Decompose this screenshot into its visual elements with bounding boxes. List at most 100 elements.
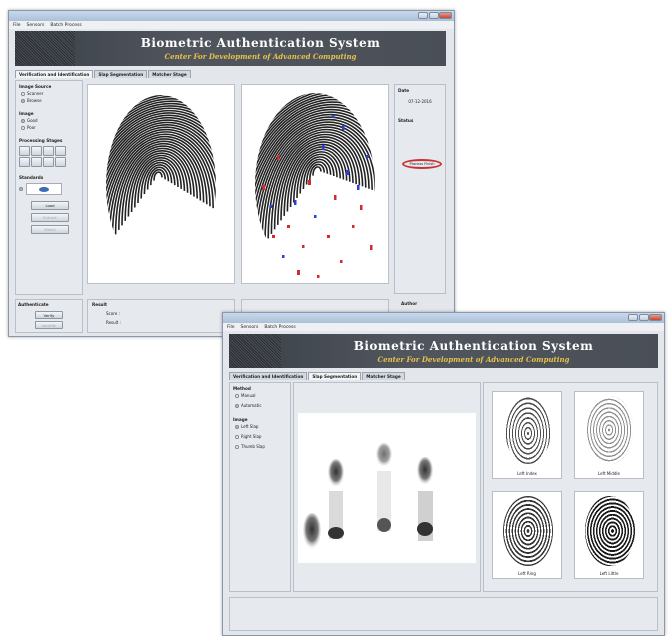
fingerprint-image [503, 496, 553, 566]
radio-icon [235, 444, 239, 449]
minutia-marker [334, 195, 337, 200]
status-label: Status [398, 118, 414, 123]
radio-good[interactable]: Good [21, 118, 79, 123]
stage-button-6[interactable] [31, 157, 42, 167]
image-source-label: Image Source [19, 84, 52, 89]
tab-matcher-stage[interactable]: Matcher Stage [362, 372, 405, 380]
standards-label: Standards [19, 175, 44, 180]
identify-button[interactable]: Identify [35, 321, 63, 329]
close-button[interactable] [439, 12, 452, 19]
radio-automatic[interactable]: Automatic [235, 403, 287, 408]
radio-manual[interactable]: Manual [235, 393, 287, 398]
radio-label: Scanner [27, 91, 44, 96]
stage-button-3[interactable] [43, 146, 54, 156]
processing-stages-label: Processing Stages [19, 138, 63, 143]
standards-row [19, 183, 79, 195]
minutia-marker [314, 215, 317, 218]
menu-file[interactable]: File [227, 325, 235, 330]
maximize-button[interactable] [429, 12, 439, 19]
radio-selected-icon [21, 98, 25, 103]
tab-slap-segmentation[interactable]: Slap Segmentation [308, 372, 362, 380]
verify-button[interactable]: Verify [35, 311, 63, 319]
radio-thumb-slap[interactable]: Thumb Slap [235, 444, 287, 449]
date-value: 07-12-2016 [408, 99, 432, 104]
image-label: Image [19, 111, 34, 116]
radio-label: Manual [241, 393, 256, 398]
radio-right-slap[interactable]: Right Slap [235, 434, 287, 439]
authenticate-label: Authenticate [18, 302, 49, 307]
minutia-marker [366, 155, 369, 158]
minutia-marker [346, 170, 349, 175]
app-banner: Biometric Authentication System Center F… [229, 334, 658, 368]
minutia-marker [297, 270, 300, 275]
match-button[interactable]: Match [31, 225, 69, 234]
banner-title: Biometric Authentication System [353, 339, 594, 353]
fingerprint-image [585, 496, 635, 566]
slap-image [298, 413, 476, 563]
tab-bar: Verification and Identification Slap Seg… [15, 70, 191, 78]
menu-file[interactable]: File [13, 23, 21, 28]
stage-button-1[interactable] [19, 146, 30, 156]
title-bar[interactable] [223, 313, 664, 323]
thumb-left-index[interactable]: Left Index [492, 391, 562, 479]
minutia-marker [287, 225, 290, 228]
thumb-left-ring[interactable]: Left Ring [492, 491, 562, 579]
segmentation-control-panel: Method Manual Automatic Image Left Slap … [229, 382, 291, 592]
author-label: Author [401, 301, 418, 306]
radio-icon [21, 91, 25, 96]
tab-verification[interactable]: Verification and Identification [229, 372, 308, 380]
menu-batch-process[interactable]: Batch Process [264, 325, 295, 330]
minutia-marker [327, 235, 330, 238]
standards-logo [26, 183, 62, 195]
app-banner: Biometric Authentication System Center F… [15, 31, 446, 66]
image-label: Image [233, 417, 248, 422]
minimize-button[interactable] [418, 12, 428, 19]
load-button[interactable]: Load [31, 201, 69, 210]
processing-stage-grid [19, 146, 79, 167]
menu-sensors[interactable]: Sensors [241, 325, 259, 330]
status-bar [229, 597, 658, 631]
extract-button[interactable]: Extract [31, 213, 69, 222]
stage-button-5[interactable] [19, 157, 30, 167]
fingerprint-image [587, 396, 633, 464]
slap-image-area [293, 382, 481, 592]
close-button[interactable] [649, 314, 662, 321]
stage-button-8[interactable] [55, 157, 66, 167]
menu-sensors[interactable]: Sensors [27, 23, 45, 28]
minutia-marker [332, 115, 335, 118]
fingerprint-image [505, 396, 551, 464]
stage-button-2[interactable] [31, 146, 42, 156]
result-label: Result [92, 302, 107, 307]
minutia-marker [340, 260, 343, 263]
authenticate-panel: Authenticate Verify Identify [15, 299, 83, 333]
radio-selected-icon [21, 118, 25, 123]
stage-button-4[interactable] [55, 146, 66, 156]
minutia-marker [262, 185, 265, 190]
banner-title: Biometric Authentication System [140, 36, 381, 50]
tab-verification[interactable]: Verification and Identification [15, 70, 94, 78]
radio-left-slap[interactable]: Left Slap [235, 424, 287, 429]
minutia-marker [308, 180, 311, 185]
tab-matcher-stage[interactable]: Matcher Stage [148, 70, 191, 78]
minutia-marker [317, 275, 320, 278]
minutia-marker [360, 205, 363, 210]
fingerprint-image [106, 95, 216, 275]
stage-button-7[interactable] [43, 157, 54, 167]
maximize-button[interactable] [639, 314, 649, 321]
radio-scanner[interactable]: Scanner [21, 91, 79, 96]
banner-subtitle: Center For Development of Advanced Compu… [377, 355, 570, 364]
ridge-line [153, 171, 163, 181]
radio-selected-icon[interactable] [19, 187, 23, 191]
tab-slap-segmentation[interactable]: Slap Segmentation [94, 70, 148, 78]
radio-browse[interactable]: Browse [21, 98, 79, 103]
radio-label: Thumb Slap [241, 444, 265, 449]
radio-poor[interactable]: Poor [21, 125, 79, 130]
result-value-label: Result : [106, 320, 121, 325]
ridge-line [106, 114, 216, 275]
title-bar[interactable] [9, 11, 454, 21]
score-label: Score : [106, 311, 120, 316]
thumb-left-middle[interactable]: Left Middle [574, 391, 644, 479]
menu-batch-process[interactable]: Batch Process [50, 23, 81, 28]
thumb-left-little[interactable]: Left Little [574, 491, 644, 579]
minimize-button[interactable] [628, 314, 638, 321]
